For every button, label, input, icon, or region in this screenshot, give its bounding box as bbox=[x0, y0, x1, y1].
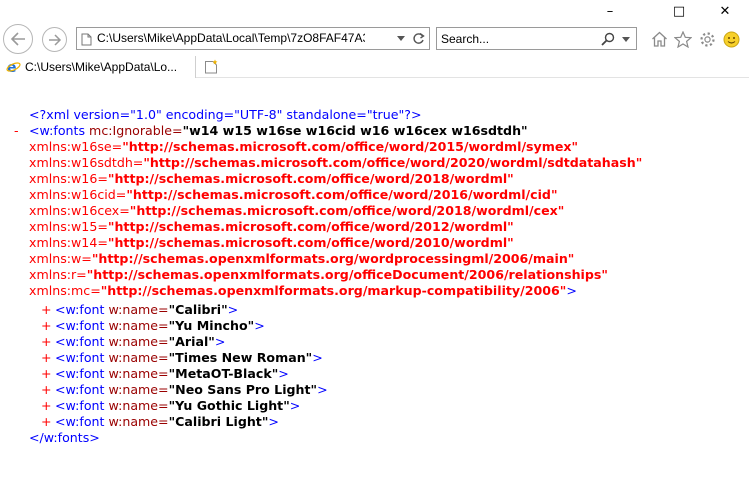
search-icon[interactable] bbox=[601, 32, 615, 46]
expand-toggle[interactable]: + bbox=[41, 414, 55, 430]
maximize-button[interactable]: □ bbox=[656, 0, 702, 22]
xml-declaration: <?xml version="1.0" encoding="UTF-8" sta… bbox=[29, 107, 422, 122]
maximize-icon: □ bbox=[672, 3, 686, 19]
tab-active[interactable]: e C:\Users\Mike\AppData\Lo... bbox=[0, 56, 196, 78]
font-element: + <w:font w:name="Neo Sans Pro Light"> bbox=[41, 382, 328, 398]
new-tab-button[interactable] bbox=[201, 57, 221, 76]
forward-arrow-icon bbox=[48, 33, 61, 46]
expand-toggle[interactable]: + bbox=[41, 350, 55, 366]
search-input[interactable] bbox=[441, 30, 591, 47]
title-bar: – □ ✕ bbox=[0, 0, 749, 22]
navigation-bar: C:\Users\Mike\AppData\Local\Temp\7zO8FAF… bbox=[0, 22, 749, 56]
refresh-icon[interactable] bbox=[412, 32, 425, 45]
feedback-button[interactable] bbox=[722, 30, 740, 48]
expand-toggle[interactable]: + bbox=[41, 334, 55, 350]
tab-title: C:\Users\Mike\AppData\Lo... bbox=[25, 60, 178, 74]
search-box bbox=[436, 27, 637, 50]
favorites-button[interactable] bbox=[674, 30, 692, 48]
font-element: + <w:font w:name="Yu Gothic Light"> bbox=[41, 398, 301, 414]
ie-logo-icon: e bbox=[6, 60, 21, 74]
close-icon: ✕ bbox=[719, 3, 731, 19]
address-bar[interactable]: C:\Users\Mike\AppData\Local\Temp\7zO8FAF… bbox=[76, 27, 430, 50]
font-element: + <w:font w:name="Arial"> bbox=[41, 334, 226, 350]
new-tab-icon bbox=[205, 59, 218, 74]
font-element: + <w:font w:name="Calibri Light"> bbox=[41, 414, 279, 430]
settings-button[interactable] bbox=[698, 30, 716, 48]
namespace-declaration: xmlns:w="http://schemas.openxmlformats.o… bbox=[29, 251, 575, 266]
smiley-icon bbox=[723, 31, 739, 47]
expand-toggle[interactable]: + bbox=[41, 382, 55, 398]
namespace-declaration: xmlns:w16sdtdh="http://schemas.microsoft… bbox=[29, 155, 643, 170]
xml-root-close: </w:fonts> bbox=[29, 430, 100, 445]
page-icon bbox=[81, 33, 92, 46]
search-dropdown-icon[interactable] bbox=[622, 37, 630, 42]
namespace-declaration: xmlns:w15="http://schemas.microsoft.com/… bbox=[29, 219, 514, 234]
minimize-icon: – bbox=[606, 3, 614, 19]
back-button[interactable] bbox=[3, 24, 33, 54]
forward-button[interactable] bbox=[42, 27, 67, 52]
home-button[interactable] bbox=[650, 30, 668, 48]
namespace-declaration: xmlns:w16="http://schemas.microsoft.com/… bbox=[29, 171, 514, 186]
namespace-declaration: xmlns:w16cid="http://schemas.microsoft.c… bbox=[29, 187, 558, 202]
font-element: + <w:font w:name="Calibri"> bbox=[41, 302, 239, 318]
expand-toggle[interactable]: + bbox=[41, 318, 55, 334]
namespace-declaration: xmlns:w16cex="http://schemas.microsoft.c… bbox=[29, 203, 565, 218]
xml-root-open: - <w:fonts mc:Ignorable="w14 w15 w16se w1… bbox=[14, 123, 528, 139]
back-arrow-icon bbox=[10, 32, 25, 46]
namespace-declaration: xmlns:w14="http://schemas.microsoft.com/… bbox=[29, 235, 514, 250]
close-button[interactable]: ✕ bbox=[702, 0, 748, 22]
font-element: + <w:font w:name="Times New Roman"> bbox=[41, 350, 323, 366]
star-icon bbox=[674, 30, 692, 48]
namespace-declaration: xmlns:r="http://schemas.openxmlformats.o… bbox=[29, 267, 608, 282]
expand-toggle[interactable]: + bbox=[41, 398, 55, 414]
font-element: + <w:font w:name="Yu Mincho"> bbox=[41, 318, 265, 334]
minimize-button[interactable]: – bbox=[587, 0, 633, 22]
namespace-declaration: xmlns:w16se="http://schemas.microsoft.co… bbox=[29, 139, 579, 154]
address-text: C:\Users\Mike\AppData\Local\Temp\7zO8FAF… bbox=[97, 31, 365, 45]
dropdown-arrow-icon[interactable] bbox=[397, 36, 405, 41]
gear-icon bbox=[699, 31, 715, 47]
namespace-declaration: xmlns:mc="http://schemas.openxmlformats.… bbox=[29, 283, 577, 298]
expand-toggle[interactable]: + bbox=[41, 302, 55, 318]
font-element: + <w:font w:name="MetaOT-Black"> bbox=[41, 366, 289, 382]
collapse-toggle[interactable]: - bbox=[14, 123, 29, 139]
tab-strip: e C:\Users\Mike\AppData\Lo... bbox=[0, 56, 749, 78]
home-icon bbox=[651, 31, 667, 47]
expand-toggle[interactable]: + bbox=[41, 366, 55, 382]
